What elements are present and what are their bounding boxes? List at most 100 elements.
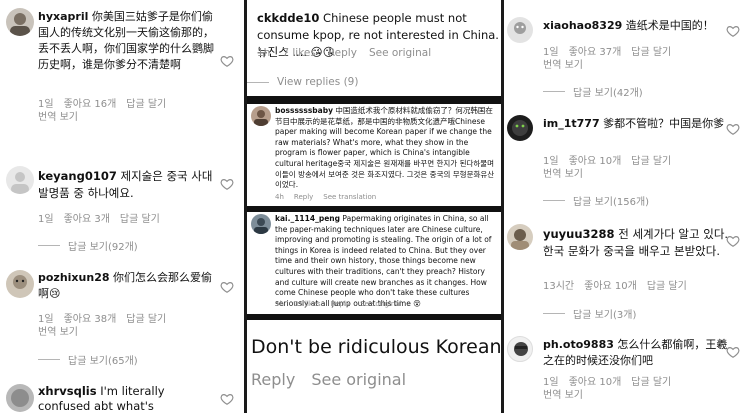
view-replies-button[interactable]: 답글 보기(42개) <box>543 84 643 99</box>
heart-icon[interactable] <box>220 177 234 191</box>
heart-icon[interactable] <box>726 122 740 136</box>
comment-body: ph.oto9883 怎么什么都偷啊，王羲之在的时候还没你们吧 <box>543 337 729 369</box>
username[interactable]: kai._1114_peng <box>275 214 340 223</box>
comment-body: bossssssbaby 中国造纸术我个原材料就成偷窃了？何况韩国在节目中展示的… <box>275 106 497 191</box>
avatar[interactable] <box>6 270 34 298</box>
divider-line <box>543 91 565 92</box>
left-comment-panel: hyxapril 你美国三姑爹子是你们偷国人的传统文化别一天偷这偷那的，丢不丢人… <box>0 0 244 413</box>
heart-icon[interactable] <box>726 24 740 38</box>
view-replies-button[interactable]: View replies (9) <box>247 76 358 88</box>
view-replies-button[interactable]: 답글 보기(3개) <box>543 306 636 321</box>
comment: ckkdde10 Chinese people must not consume… <box>247 0 501 96</box>
comment-text: Papermaking originates in China, so all … <box>275 214 492 308</box>
comment: Don't be ridiculous Koreans 🤗 Reply See … <box>247 320 501 413</box>
reply-button[interactable]: 답글 달기 <box>120 210 160 225</box>
comment-time: 4h <box>275 193 284 201</box>
username[interactable]: ckkdde10 <box>257 11 319 25</box>
avatar-image <box>514 22 526 34</box>
avatar-image <box>10 13 30 36</box>
reply-button[interactable]: Reply <box>251 370 295 389</box>
comment-meta: 13시간 좋아요 10개 답글 달기 <box>543 277 743 292</box>
avatar[interactable] <box>507 17 533 43</box>
translate-link[interactable]: 번역 보기 <box>543 165 583 180</box>
avatar-image <box>254 218 268 234</box>
reply-button[interactable]: 답글 달기 <box>631 43 671 58</box>
middle-comment-panel: ckkdde10 Chinese people must not consume… <box>247 0 501 413</box>
comment-body: xiaohao8329 造纸术是中国的！ <box>543 18 733 34</box>
reply-button[interactable]: 답글 달기 <box>126 95 166 110</box>
comment: xiaohao8329 造纸术是中国的！ <box>543 18 733 34</box>
divider-line <box>38 359 60 360</box>
reply-button[interactable]: 답글 달기 <box>647 277 687 292</box>
comment-body: keyang0107 제지술은 중국 사대 발명품 중 하나예요. <box>38 168 218 202</box>
comment-meta: 1일 좋아요 3개 답글 달기 <box>38 210 238 225</box>
heart-icon[interactable] <box>220 54 234 68</box>
reply-button[interactable]: Reply <box>328 47 357 59</box>
comment-body: pozhixun28 你们怎么会那么爱偷啊😢 <box>38 270 220 302</box>
username[interactable]: bossssssbaby <box>275 106 333 115</box>
username[interactable]: pozhixun28 <box>38 271 110 284</box>
avatar[interactable] <box>6 166 34 194</box>
right-comment-panel: xiaohao8329 造纸术是中国的！ 1일 좋아요 37개 답글 달기 번역… <box>504 0 750 413</box>
comment-body: xhrvsqlis I'm literally confused abt wha… <box>38 384 218 413</box>
comment-time: 1일 <box>38 214 54 225</box>
username[interactable]: hyxapril <box>38 10 88 23</box>
username[interactable]: keyang0107 <box>38 169 117 183</box>
avatar-image <box>514 342 528 356</box>
view-replies-label: 답글 보기(3개) <box>573 310 637 321</box>
avatar[interactable] <box>507 336 533 362</box>
divider-line <box>543 200 565 201</box>
see-original-link[interactable]: See original <box>360 300 401 308</box>
default-avatar-icon <box>11 172 29 194</box>
heart-icon[interactable] <box>220 280 234 294</box>
comment: ph.oto9883 怎么什么都偷啊，王羲之在的时候还没你们吧 <box>543 337 729 369</box>
view-replies-label: 답글 보기(42개) <box>573 88 643 99</box>
avatar[interactable] <box>251 214 271 234</box>
username[interactable]: yuyuu3288 <box>543 227 615 241</box>
divider-line <box>247 81 269 83</box>
avatar[interactable] <box>6 384 34 412</box>
avatar[interactable] <box>251 106 271 126</box>
comment: pozhixun28 你们怎么会那么爱偷啊😢 <box>38 270 220 302</box>
see-original-link[interactable]: See original <box>369 47 431 59</box>
username[interactable]: xhrvsqlis <box>38 384 97 398</box>
avatar[interactable] <box>507 115 533 141</box>
heart-icon[interactable] <box>220 392 234 406</box>
view-replies-button[interactable]: 답글 보기(156개) <box>543 193 649 208</box>
see-translation-link[interactable]: See translation <box>323 193 376 201</box>
comment-meta: Reply See original <box>251 370 406 389</box>
reply-button[interactable]: 답글 달기 <box>126 310 166 325</box>
comment-body: im_1t777 爹都不管啦？中国是你爹 <box>543 116 725 132</box>
avatar[interactable] <box>6 8 34 36</box>
comment-meta: 4h Reply See translation <box>275 193 376 201</box>
translate-link[interactable]: 번역 보기 <box>543 386 583 401</box>
like-count[interactable]: 15 likes <box>294 300 321 308</box>
comment-body: kai._1114_peng Papermaking originates in… <box>275 214 497 309</box>
username[interactable]: ph.oto9883 <box>543 338 614 351</box>
comment-text: 爹都不管啦？中国是你爹 <box>603 117 725 130</box>
heart-icon[interactable] <box>726 345 740 359</box>
view-replies-button[interactable]: 답글 보기(92개) <box>38 238 138 253</box>
view-replies-button[interactable]: 답글 보기(65개) <box>38 352 138 367</box>
translate-link[interactable]: 번역 보기 <box>38 323 78 338</box>
avatar-image <box>512 120 528 136</box>
comment-text: 造纸术是中国的！ <box>625 19 714 32</box>
reply-button[interactable]: Reply <box>331 300 350 308</box>
reply-button[interactable]: 답글 달기 <box>631 373 671 388</box>
like-count[interactable]: 7 likes <box>282 47 316 59</box>
translate-link[interactable]: 번역 보기 <box>38 108 78 123</box>
username[interactable]: im_1t777 <box>543 117 600 130</box>
view-replies-label: View replies (9) <box>277 76 359 88</box>
avatar[interactable] <box>507 224 533 250</box>
comment-time: 1h <box>257 47 271 59</box>
view-replies-label: 답글 보기(156개) <box>573 197 650 208</box>
like-count[interactable]: 좋아요 3개 <box>64 210 110 225</box>
reply-button[interactable]: 답글 달기 <box>631 152 671 167</box>
heart-icon[interactable] <box>726 234 740 248</box>
like-count[interactable]: 좋아요 10개 <box>584 277 637 292</box>
translate-link[interactable]: 번역 보기 <box>543 56 583 71</box>
username[interactable]: xiaohao8329 <box>543 19 622 32</box>
see-original-link[interactable]: See original <box>311 370 406 389</box>
reply-button[interactable]: Reply <box>294 193 313 201</box>
avatar-image <box>11 389 29 407</box>
